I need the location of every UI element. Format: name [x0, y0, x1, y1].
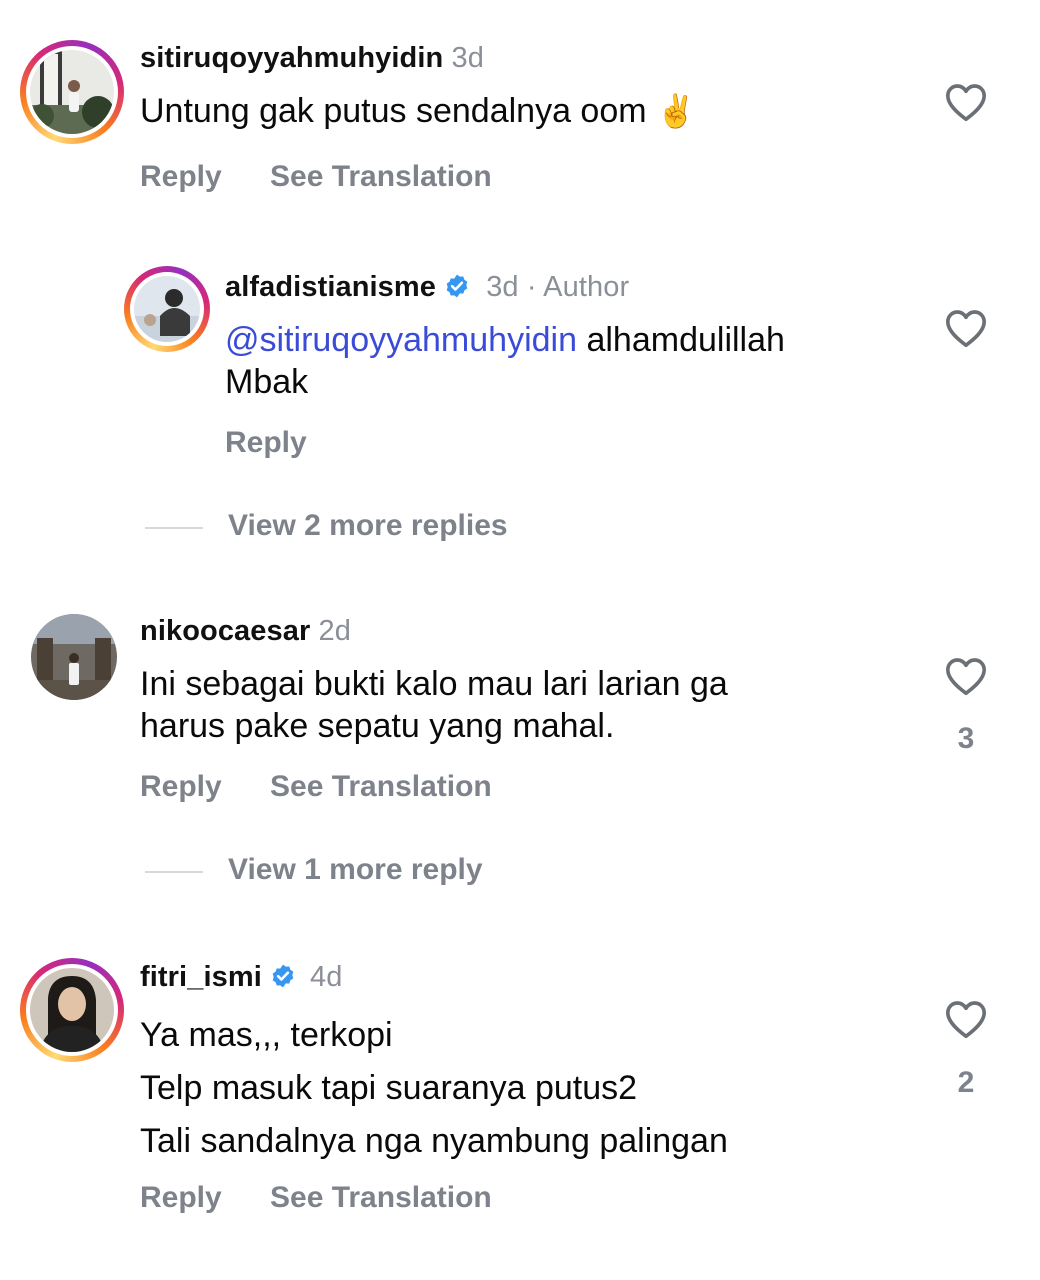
comment-username[interactable]: nikoocaesar 2d: [140, 615, 351, 648]
see-translation-button[interactable]: See Translation: [270, 1181, 492, 1215]
reply-time: 3d: [486, 271, 519, 303]
reply-button[interactable]: Reply: [225, 426, 307, 460]
avatar[interactable]: [31, 614, 117, 700]
see-translation-button[interactable]: See Translation: [270, 160, 492, 194]
avatar[interactable]: [30, 50, 114, 134]
verified-badge-icon: [272, 964, 294, 988]
verified-badge-icon: [446, 274, 468, 298]
heart-outline-icon[interactable]: [944, 656, 988, 696]
reply-button[interactable]: Reply: [140, 160, 222, 194]
author-tag: · Author: [526, 271, 630, 303]
comment-username[interactable]: fitri_ismi 4d: [140, 961, 343, 994]
see-translation-button[interactable]: See Translation: [270, 770, 492, 804]
comment-text: Ya mas,,, terkopi Telp masuk tapi suaran…: [140, 1016, 728, 1160]
thread-divider: [145, 527, 203, 529]
comment-time: 3d: [451, 42, 484, 74]
comment-text: Untung gak putus sendalnya oom ✌️: [140, 92, 696, 130]
avatar[interactable]: [134, 276, 200, 342]
view-more-replies-label[interactable]: View 1 more reply: [228, 853, 483, 887]
heart-outline-icon[interactable]: [944, 308, 988, 348]
comment-time: 4d: [310, 961, 343, 993]
view-more-replies-label[interactable]: View 2 more replies: [228, 509, 508, 543]
thread-divider: [145, 871, 203, 873]
reply-text: @sitiruqoyyahmuhyidin alhamdulillah Mbak: [225, 321, 785, 401]
like-count: 3: [957, 722, 975, 755]
mention-link[interactable]: @sitiruqoyyahmuhyidin: [225, 321, 577, 359]
avatar[interactable]: [30, 968, 114, 1052]
comment-time: 2d: [318, 615, 351, 647]
reply-username[interactable]: alfadistianisme 3d · Author: [225, 271, 629, 304]
reply-button[interactable]: Reply: [140, 770, 222, 804]
comment-text: Ini sebagai bukti kalo mau lari larian g…: [140, 665, 728, 745]
reply-button[interactable]: Reply: [140, 1181, 222, 1215]
heart-outline-icon[interactable]: [944, 999, 988, 1039]
like-count: 2: [957, 1066, 975, 1099]
heart-outline-icon[interactable]: [944, 82, 988, 122]
victory-hand-emoji: ✌️: [656, 92, 696, 130]
comment-username[interactable]: sitiruqoyyahmuhyidin 3d: [140, 42, 484, 75]
